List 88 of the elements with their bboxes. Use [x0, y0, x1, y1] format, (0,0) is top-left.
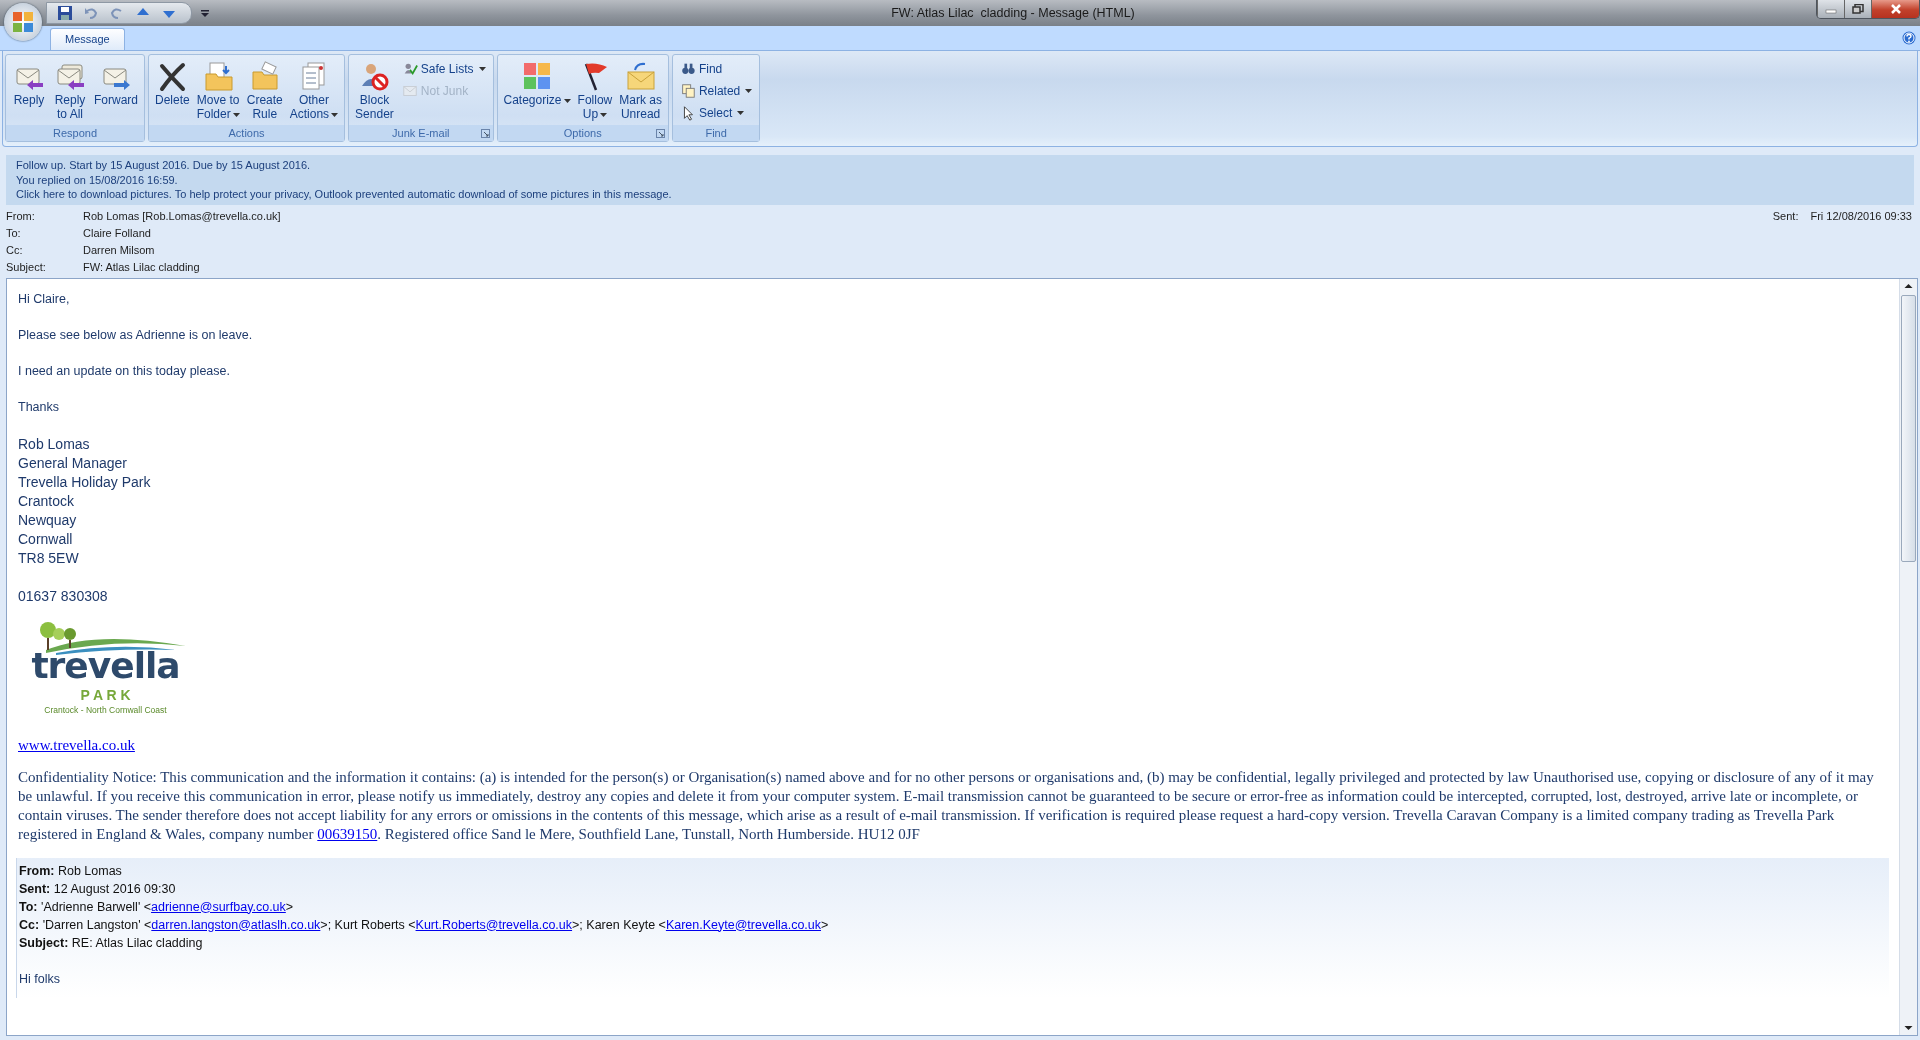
field-value: Fri 12/08/2016 09:33 [1810, 209, 1912, 222]
field-value: Rob Lomas [Rob.Lomas@trevella.co.uk] [83, 208, 281, 224]
signature-line: Trevella Holiday Park [18, 472, 152, 492]
ribbon-button[interactable]: Follow Up [574, 57, 616, 125]
ribbon-button[interactable]: Move to Folder [193, 57, 243, 125]
dialog-launcher-icon[interactable] [480, 129, 490, 138]
binoculars-icon [679, 61, 696, 77]
close-icon [1888, 4, 1903, 14]
scrollbar[interactable] [1899, 278, 1917, 1035]
body-text: Please see below as Adrienne is on leave. [18, 326, 254, 343]
ribbon-button[interactable]: Find [675, 59, 757, 79]
customize-caret-icon[interactable] [200, 8, 210, 18]
documents-icon [679, 83, 696, 99]
body-text: Hi Claire, [18, 290, 71, 307]
ribbon-button[interactable]: Forward [91, 57, 141, 125]
signature-line: TR8 5EW [18, 548, 80, 568]
logo-wordmark: trevella [31, 645, 180, 686]
ribbon-button[interactable]: Reply [9, 57, 49, 125]
save-icon[interactable] [57, 5, 73, 21]
caret-icon [232, 112, 240, 117]
field-label: Cc: [6, 242, 24, 258]
quoted-header-line: Sent: 12 August 2016 09:30 [19, 880, 177, 898]
body-text: Hi folks [19, 970, 61, 988]
email-link[interactable]: Karen.Keyte@trevella.co.uk [665, 917, 821, 932]
scrollbar-thumb[interactable] [1901, 294, 1916, 562]
ribbon-button[interactable]: Create Rule [243, 57, 286, 125]
envelope-icon [401, 83, 418, 99]
group-label: Find [705, 127, 727, 139]
close-button[interactable] [1871, 0, 1919, 18]
caret-icon [600, 112, 608, 117]
field-label: Sent: [1772, 209, 1799, 222]
info-text[interactable]: Click here to download pictures. To help protect your privacy, Outlook prevented automatic download of some pictures in this message. [16, 187, 1904, 202]
ribbon-button[interactable]: Categorize [500, 57, 574, 125]
logo-subtitle: P A R K [80, 685, 131, 704]
help-icon[interactable] [1902, 31, 1916, 45]
caret-icon [745, 89, 753, 93]
website-link[interactable]: www.trevella.co.uk [18, 736, 135, 754]
email-link[interactable]: Kurt.Roberts@trevella.co.uk [415, 917, 573, 932]
group-label: Junk E-mail [392, 127, 450, 139]
caret-icon [737, 111, 745, 115]
signature-line: Newquay [18, 510, 78, 530]
folder-icon [202, 60, 235, 92]
ribbon-button[interactable]: Reply to All [50, 57, 90, 125]
body-text: Thanks [18, 398, 60, 415]
dialog-launcher-icon[interactable] [655, 129, 665, 138]
info-text: Follow up. Start by 15 August 2016. Due by 15 August 2016. [16, 158, 312, 173]
field-value: FW: Atlas Lilac cladding [83, 259, 200, 275]
signature-line: Rob Lomas [18, 434, 91, 454]
quoted-header-line: Subject: RE: Atlas Lilac cladding [19, 934, 204, 952]
body-text: I need an update on this today please. [18, 362, 231, 379]
ribbon-button[interactable]: Select [675, 103, 757, 123]
ribbon-button[interactable]: Delete [152, 57, 193, 125]
ribbon-button[interactable]: Related [675, 81, 757, 101]
caret-icon [563, 98, 571, 103]
field-label: To: [6, 225, 22, 241]
ribbon-button[interactable]: Block Sender [352, 57, 397, 125]
email-link[interactable]: adrienne@surfbay.co.uk [151, 899, 286, 914]
phone-number: 01637 830308 [18, 586, 109, 606]
quoted-header-line: Cc: 'Darren Langston' <darren.langston@atlaslh.co.uk>; Kurt Roberts <Kurt.Roberts@trevella.co.uk>; Karen Keyte <Karen.Keyte@trevella.co.uk> [19, 916, 830, 934]
quoted-header-line: To: 'Adrienne Barwell' <adrienne@surfbay.co.uk> [19, 898, 295, 916]
ribbon-button[interactable]: Safe Lists [397, 59, 490, 79]
caret-icon [478, 67, 486, 71]
group-label: Actions [228, 127, 265, 139]
signature-line: Crantock [18, 491, 76, 511]
envelope-icon [624, 60, 657, 92]
field-label: Subject: [6, 259, 47, 275]
office-button[interactable] [4, 3, 42, 41]
confidentiality-notice: Confidentiality Notice: This communication and the information it contains: (a) is intended for the person(s) or Organisation(s) named above and for no other persons or organisations and, (b) may be confidential, legally privileged and protected by law Unauthorised use, copying or disclosure of any of it may be unlawful. If you receive this communication in error, please notify us immediately, destroy any copies and delete it from your computer system. E-mail transmission cannot be guaranteed to be secure or error-free as information could be intercepted, corrupted, lost, destroyed, arrive late or incomplete, or contain viruses. The sender therefore does not accept liability for any errors or omissions in the contents of this message, which arise as a result of e-mail transmission. If verification is required please request a hard-copy version. Trevella Caravan Company is a limited company trading as Trevella Park registered in England & Wales, company number 00639150. Registered office Sand le Mere, Southfield Lane, Tunstall, North Humberside. HU12 0JF [18, 767, 1875, 844]
field-label: From: [6, 208, 36, 224]
email-link[interactable]: darren.langston@atlaslh.co.uk [151, 917, 321, 932]
logo-tagline: Crantock - North Cornwall Coast [44, 703, 167, 717]
ribbon-tab[interactable]: Message [50, 28, 125, 50]
info-text: You replied on 15/08/2016 16:59. [16, 172, 179, 187]
restore-icon [1852, 4, 1864, 14]
signature-line: Cornwall [18, 529, 74, 549]
caret-icon [331, 112, 339, 117]
group-label: Respond [53, 127, 98, 139]
field-value: Darren Milsom [83, 242, 155, 258]
ribbon-button[interactable]: Other Actions [286, 57, 342, 125]
restore-button[interactable] [1844, 0, 1871, 18]
quoted-header-line: From: Rob Lomas [19, 862, 123, 880]
group-label: Options [563, 127, 602, 139]
window-title: FW: Atlas Lilac cladding - Message (HTML) [890, 6, 1136, 20]
field-value: Claire Folland [83, 225, 151, 241]
ribbon-button[interactable]: Mark as Unread [616, 57, 665, 125]
office-logo-icon [10, 9, 36, 35]
minimize-button[interactable] [1817, 0, 1844, 18]
signature-line: General Manager [18, 453, 128, 473]
